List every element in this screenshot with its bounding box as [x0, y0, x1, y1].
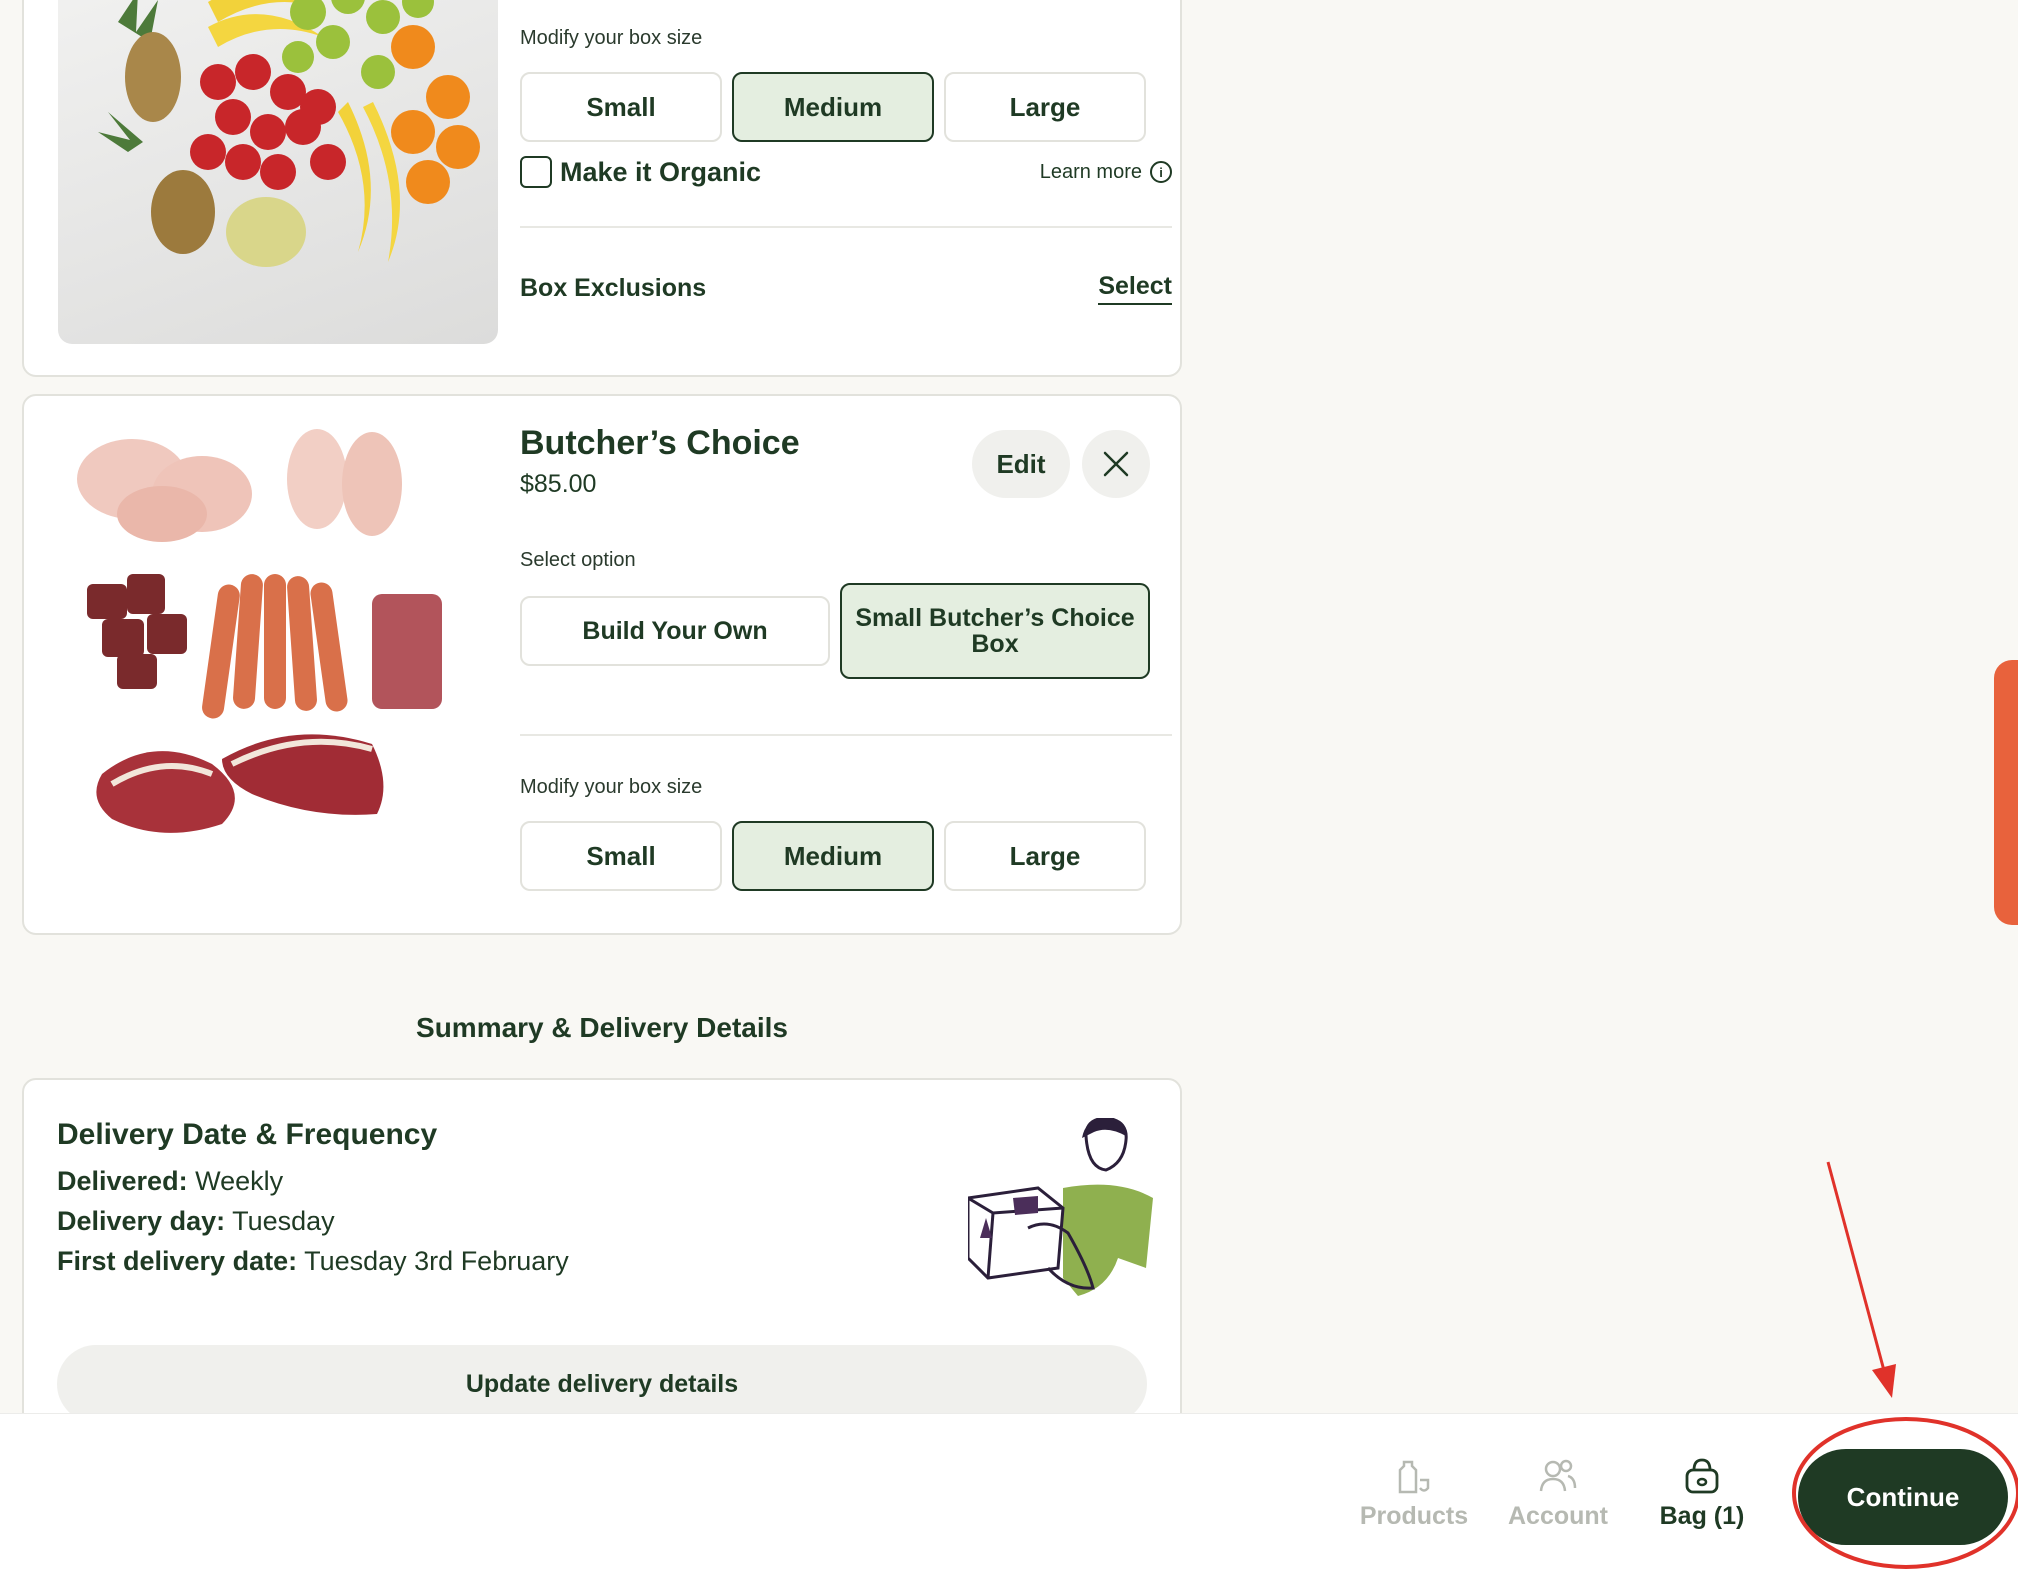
divider: [520, 734, 1172, 736]
delivered-label: Delivered:: [57, 1166, 188, 1196]
remove-button[interactable]: [1082, 430, 1150, 498]
organic-checkbox[interactable]: [520, 156, 552, 188]
delivery-day-line: Delivery day: Tuesday: [57, 1206, 335, 1237]
bottom-nav-bar: Products Account Bag (1) Continue: [0, 1413, 2018, 1570]
info-icon: i: [1150, 161, 1172, 183]
products-icon: [1398, 1460, 1430, 1494]
page: Modify your box size Small Medium Large …: [0, 0, 2018, 1570]
first-delivery-label: First delivery date:: [57, 1246, 298, 1276]
butcher-size-selector: Small Medium Large: [520, 821, 1146, 891]
small-butchers-choice-box-button[interactable]: Small Butcher’s Choice Box: [840, 583, 1150, 679]
butcher-choice-price: $85.00: [520, 470, 597, 498]
butcher-choice-card: Butcher’s Choice $85.00 Edit Select opti…: [22, 394, 1182, 935]
nav-account[interactable]: Account: [1488, 1456, 1628, 1531]
nav-products-label: Products: [1359, 1502, 1469, 1530]
butcher-size-medium-button[interactable]: Medium: [732, 821, 934, 891]
fruit-box-card: Modify your box size Small Medium Large …: [22, 0, 1182, 377]
summary-heading: Summary & Delivery Details: [416, 1012, 788, 1043]
delivery-day-label: Delivery day:: [57, 1206, 226, 1236]
delivery-person-illustration: [966, 1116, 1158, 1298]
butcher-size-large-button[interactable]: Large: [944, 821, 1146, 891]
fruit-size-large-button[interactable]: Large: [944, 72, 1146, 142]
modify-size-label: Modify your box size: [520, 27, 703, 49]
learn-more-label: Learn more: [1039, 160, 1142, 183]
fruit-size-small-button[interactable]: Small: [520, 72, 722, 142]
delivered-line: Delivered: Weekly: [57, 1166, 283, 1197]
learn-more-link[interactable]: Learn more i: [1040, 161, 1172, 184]
butcher-option-selector: Build Your Own Small Butcher’s Choice Bo…: [520, 583, 1150, 679]
nav-account-label: Account: [1508, 1502, 1608, 1530]
side-feedback-tab[interactable]: [1994, 660, 2018, 925]
annotation-arrow: [1826, 1161, 1888, 1379]
nav-bag[interactable]: Bag (1): [1632, 1456, 1772, 1531]
box-exclusions-label: Box Exclusions: [520, 274, 707, 302]
edit-button[interactable]: Edit: [972, 430, 1070, 498]
divider: [520, 226, 1172, 228]
update-delivery-details-button[interactable]: Update delivery details: [57, 1345, 1147, 1423]
butcher-box-image: [72, 424, 492, 894]
organic-label[interactable]: Make it Organic: [560, 157, 761, 188]
first-delivery-value: Tuesday 3rd February: [304, 1246, 569, 1276]
continue-button[interactable]: Continue: [1798, 1449, 2008, 1545]
delivery-title: Delivery Date & Frequency: [57, 1118, 438, 1151]
fruit-box-image: [58, 0, 498, 344]
box-exclusions-select-link[interactable]: Select: [1098, 272, 1172, 305]
butcher-choice-title: Butcher’s Choice: [520, 424, 800, 462]
select-option-label: Select option: [520, 549, 636, 571]
build-your-own-button[interactable]: Build Your Own: [520, 596, 830, 666]
fruit-size-medium-button[interactable]: Medium: [732, 72, 934, 142]
box-exclusions-row: Box Exclusions Select: [520, 272, 1172, 305]
nav-products[interactable]: Products: [1344, 1456, 1484, 1531]
bag-icon: [1685, 1458, 1719, 1494]
delivered-value: Weekly: [195, 1166, 284, 1196]
butcher-size-small-button[interactable]: Small: [520, 821, 722, 891]
annotation-arrowhead: [1872, 1364, 1896, 1398]
close-icon: [1103, 451, 1129, 477]
nav-bag-label: Bag (1): [1659, 1502, 1745, 1530]
organic-option-row: Make it Organic Learn more i: [520, 152, 1172, 192]
first-delivery-line: First delivery date: Tuesday 3rd Februar…: [57, 1246, 569, 1277]
delivery-day-value: Tuesday: [232, 1206, 335, 1236]
modify-size-label: Modify your box size: [520, 776, 703, 798]
fruit-size-selector: Small Medium Large: [520, 72, 1146, 142]
account-icon: [1539, 1459, 1577, 1492]
